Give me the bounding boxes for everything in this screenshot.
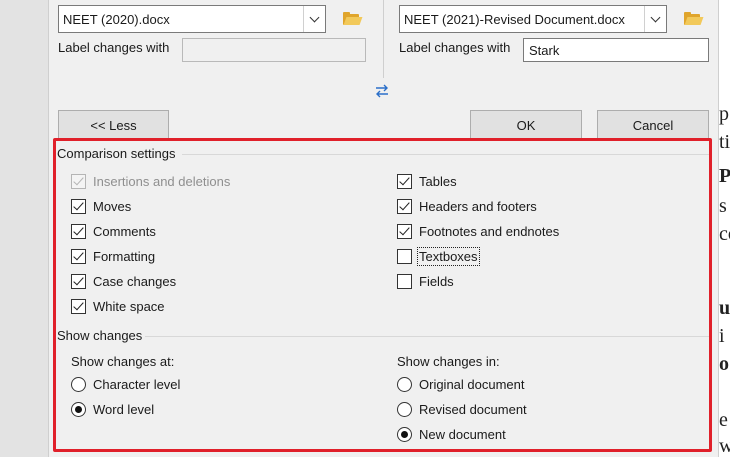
checkbox-label: Textboxes <box>417 246 480 266</box>
checkbox-label: Case changes <box>93 273 177 289</box>
revised-document-value: NEET (2021)-Revised Document.docx <box>404 12 625 27</box>
radio-circle[interactable] <box>71 401 86 417</box>
checkbox-label: Comments <box>93 223 156 239</box>
radio-circle[interactable] <box>397 376 412 392</box>
checkbox-box[interactable] <box>71 248 86 264</box>
checkbox-comments[interactable]: Comments <box>71 222 156 240</box>
original-label-changes-field[interactable] <box>182 38 366 62</box>
ok-button[interactable]: OK <box>470 110 582 140</box>
radio-revised-document[interactable]: Revised document <box>397 400 527 418</box>
comparison-settings-title: Comparison settings <box>57 146 176 161</box>
checkbox-box[interactable] <box>397 223 412 239</box>
radio-word-level[interactable]: Word level <box>71 400 154 418</box>
chevron-down-icon[interactable] <box>644 6 666 32</box>
doc-text-fragment: s <box>719 195 727 217</box>
original-document-value: NEET (2020).docx <box>63 12 170 27</box>
radio-label: New document <box>419 426 506 442</box>
checkbox-box[interactable] <box>397 248 412 264</box>
doc-text-fragment: w <box>719 435 730 457</box>
checkbox-box[interactable] <box>71 198 86 214</box>
radio-label: Word level <box>93 401 155 417</box>
doc-text-fragment: o <box>719 353 729 375</box>
doc-text-fragment: tic <box>719 131 730 153</box>
checkbox-box[interactable] <box>71 273 86 289</box>
checkbox-label: Fields <box>419 273 454 289</box>
original-label-changes-label: Label changes with <box>58 40 170 55</box>
checkbox-fields[interactable]: Fields <box>397 272 454 290</box>
revised-label-changes-value: Stark <box>529 43 560 58</box>
cancel-button[interactable]: Cancel <box>597 110 709 140</box>
checkbox-box[interactable] <box>71 223 86 239</box>
doc-text-fragment: co <box>719 223 730 245</box>
doc-text-fragment: u <box>719 297 730 319</box>
radio-character-level[interactable]: Character level <box>71 375 180 393</box>
checkbox-label: Footnotes and endnotes <box>419 223 560 239</box>
checkbox-label: Moves <box>93 198 132 214</box>
folder-open-icon[interactable] <box>684 12 704 26</box>
show-changes-at-label: Show changes at: <box>71 354 175 369</box>
checkbox-headers-footers[interactable]: Headers and footers <box>397 197 537 215</box>
radio-new-document[interactable]: New document <box>397 425 506 443</box>
checkbox-footnotes-endnotes[interactable]: Footnotes and endnotes <box>397 222 559 240</box>
radio-original-document[interactable]: Original document <box>397 375 525 393</box>
radio-circle[interactable] <box>397 401 412 417</box>
checkbox-box[interactable] <box>397 273 412 289</box>
checkbox-label: Headers and footers <box>419 198 537 214</box>
revised-label-changes-label: Label changes with <box>399 40 511 55</box>
original-document-combo[interactable]: NEET (2020).docx <box>58 5 326 33</box>
checkbox-insertions-deletions: Insertions and deletions <box>71 172 230 190</box>
radio-label: Character level <box>93 376 181 392</box>
document-background-left <box>0 0 48 457</box>
radio-circle[interactable] <box>397 426 412 442</box>
radio-circle[interactable] <box>71 376 86 392</box>
checkbox-box[interactable] <box>71 298 86 314</box>
radio-label: Revised document <box>419 401 527 417</box>
chevron-down-icon[interactable] <box>303 6 325 32</box>
folder-open-icon[interactable] <box>343 12 363 26</box>
doc-text-fragment: p <box>719 103 729 125</box>
show-changes-title: Show changes <box>57 328 143 343</box>
checkbox-box <box>71 173 86 189</box>
revised-document-combo[interactable]: NEET (2021)-Revised Document.docx <box>399 5 667 33</box>
revised-label-changes-field[interactable]: Stark <box>523 38 709 62</box>
checkbox-formatting[interactable]: Formatting <box>71 247 155 265</box>
checkbox-white-space[interactable]: White space <box>71 297 165 315</box>
section-separator <box>182 154 709 155</box>
doc-text-fragment: i <box>719 325 725 347</box>
checkbox-moves[interactable]: Moves <box>71 197 131 215</box>
document-background-right: p tic P s co u i o e w <box>719 0 730 457</box>
checkbox-label: White space <box>93 298 165 314</box>
show-changes-in-label: Show changes in: <box>397 354 500 369</box>
checkbox-box[interactable] <box>397 198 412 214</box>
checkbox-case-changes[interactable]: Case changes <box>71 272 176 290</box>
checkbox-textboxes[interactable]: Textboxes <box>397 246 480 266</box>
swap-arrows-icon[interactable] <box>374 83 390 99</box>
less-button[interactable]: << Less <box>58 110 169 140</box>
doc-text-fragment: P <box>719 165 730 187</box>
column-divider <box>383 0 384 78</box>
checkbox-label: Insertions and deletions <box>93 173 231 189</box>
checkbox-box[interactable] <box>397 173 412 189</box>
checkbox-label: Formatting <box>93 248 156 264</box>
section-separator <box>145 336 709 337</box>
radio-label: Original document <box>419 376 525 392</box>
doc-text-fragment: e <box>719 409 728 431</box>
checkbox-label: Tables <box>419 173 457 189</box>
checkbox-tables[interactable]: Tables <box>397 172 457 190</box>
